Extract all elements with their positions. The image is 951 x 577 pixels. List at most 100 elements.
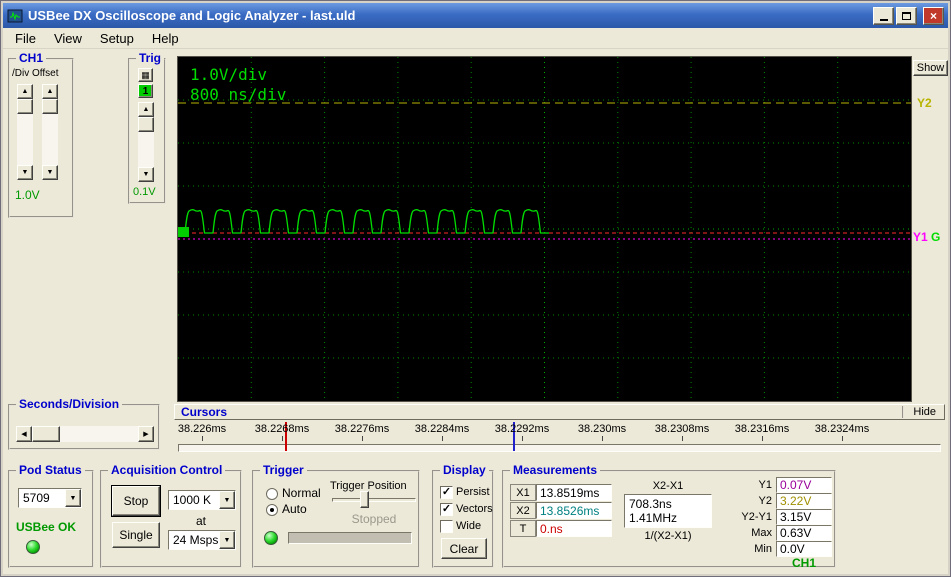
trigger-position-slider[interactable] [332,498,416,502]
min-meas-label: Min [754,543,772,555]
scroll-down-button[interactable]: ▼ [17,165,33,180]
delta-time-value: 708.3ns [629,497,672,511]
scroll-track[interactable] [32,426,138,442]
maximize-button[interactable] [896,6,917,25]
trig-panel-label: Trig [136,51,165,65]
scroll-thumb[interactable] [17,99,33,114]
cursor-tick-mark [522,436,523,441]
close-button[interactable]: × [923,6,944,25]
seconds-division-panel: Seconds/Division ◀ ▶ [8,397,160,450]
cursor-tick-label: 38.2316ms [734,423,790,435]
cursors-bar-separator [902,406,904,418]
seconds-division-scrollbar[interactable]: ◀ ▶ [16,426,154,442]
pod-select[interactable]: 5709 ▼ [18,488,82,508]
sample-rate-select[interactable]: 24 Msps ▼ [168,530,236,550]
chevron-down-icon: ▼ [223,496,231,504]
down-arrow-icon: ▼ [21,169,29,176]
scroll-down-button[interactable]: ▼ [42,165,58,180]
wide-label[interactable]: Wide [456,520,481,532]
delta-freq-value: 1.41MHz [629,511,678,525]
persist-checkbox[interactable]: ✓ [440,486,453,499]
left-arrow-icon: ◀ [21,430,27,438]
scope-time-per-div: 800 ns/div [190,85,287,104]
cursor-tick-mark [762,436,763,441]
trigger-auto-radio[interactable] [266,504,278,516]
cursor-ruler-track[interactable] [178,444,941,452]
trigger-status-led [264,531,278,545]
scroll-left-button[interactable]: ◀ [16,426,32,442]
cursor-tick-mark [202,436,203,441]
trigger-auto-label[interactable]: Auto [282,502,307,516]
sample-rate-dropdown-button[interactable]: ▼ [219,531,235,549]
measurements-panel-label: Measurements [510,463,601,477]
cursor-tick-mark [442,436,443,441]
trigger-normal-label[interactable]: Normal [282,486,321,500]
ground-side-label[interactable]: G [931,230,940,244]
trigger-type-button[interactable]: ▦ [138,68,153,82]
stop-button[interactable]: Stop [112,486,160,516]
menu-file[interactable]: File [6,29,45,48]
scroll-up-button[interactable]: ▲ [138,102,154,117]
scroll-up-button[interactable]: ▲ [42,84,58,99]
ch1-div-scrollbar[interactable]: ▲ ▼ [17,84,33,180]
vectors-label[interactable]: Vectors [456,503,493,515]
close-icon: × [929,8,937,23]
scroll-thumb[interactable] [42,99,58,114]
scroll-up-button[interactable]: ▲ [17,84,33,99]
trigger-type-icon: ▦ [141,69,150,80]
trigger-level-scrollbar[interactable]: ▲ ▼ [138,102,154,182]
buffer-size-select[interactable]: 1000 K ▼ [168,490,236,510]
cursor-ruler[interactable]: 38.226ms 38.2268ms 38.2276ms 38.2284ms 38.22… [174,421,945,453]
cursor-tick-mark [842,436,843,441]
trigger-panel-label: Trigger [260,463,307,477]
y1-side-label[interactable]: Y1 [913,230,928,244]
single-button[interactable]: Single [112,522,160,548]
ch1-panel-label: CH1 [16,51,47,65]
ch1-offset-scrollbar[interactable]: ▲ ▼ [42,84,58,180]
ground-marker[interactable] [178,227,189,237]
t-value: 0.ns [536,520,612,537]
menu-setup[interactable]: Setup [91,29,143,48]
trigger-position-slider-thumb[interactable] [360,491,369,508]
persist-label[interactable]: Persist [456,486,490,498]
x2-label-cell: X2 [510,502,536,519]
scroll-thumb[interactable] [138,117,154,132]
y2-side-label[interactable]: Y2 [917,96,932,110]
chevron-down-icon: ▼ [69,494,77,502]
show-button[interactable]: Show [913,60,948,76]
scroll-track[interactable] [42,99,58,165]
menu-help[interactable]: Help [143,29,188,48]
title-bar[interactable]: USBee DX Oscilloscope and Logic Analyzer… [3,3,948,28]
maximize-icon [902,11,911,20]
x1-value: 13.8519ms [536,484,612,501]
clear-button[interactable]: Clear [441,538,487,559]
scroll-thumb[interactable] [32,426,60,442]
vectors-checkbox[interactable]: ✓ [440,503,453,516]
menu-view[interactable]: View [45,29,91,48]
scroll-right-button[interactable]: ▶ [138,426,154,442]
x1-label-cell: X1 [510,484,536,501]
pod-select-dropdown-button[interactable]: ▼ [65,489,81,507]
cursor-tick-mark [362,436,363,441]
scroll-down-button[interactable]: ▼ [138,167,154,182]
wide-checkbox[interactable] [440,520,453,533]
trigger-normal-radio[interactable] [266,488,278,500]
right-arrow-icon: ▶ [143,430,149,438]
ch1-waveform-trace [184,209,549,234]
scroll-track[interactable] [138,117,154,167]
down-arrow-icon: ▼ [142,171,150,178]
scope-display[interactable]: 1.0V/div 800 ns/div [177,56,912,402]
minimize-button[interactable] [873,6,894,25]
scroll-track[interactable] [17,99,33,165]
hide-cursors-button[interactable]: Hide [913,406,936,418]
trigger-channel-button[interactable]: 1 [138,84,153,98]
at-label: at [196,514,207,528]
ch1-panel: CH1 /Div Offset ▲ ▼ ▲ ▼ 1.0V [8,51,74,218]
sample-rate-value: 24 Msps [173,533,219,547]
pod-status-text: USBee OK [16,520,77,534]
buffer-size-dropdown-button[interactable]: ▼ [219,491,235,509]
up-arrow-icon: ▲ [142,106,150,113]
window-title: USBee DX Oscilloscope and Logic Analyzer… [28,8,356,23]
pod-select-value: 5709 [23,491,50,505]
x2-value: 13.8526ms [536,502,612,519]
